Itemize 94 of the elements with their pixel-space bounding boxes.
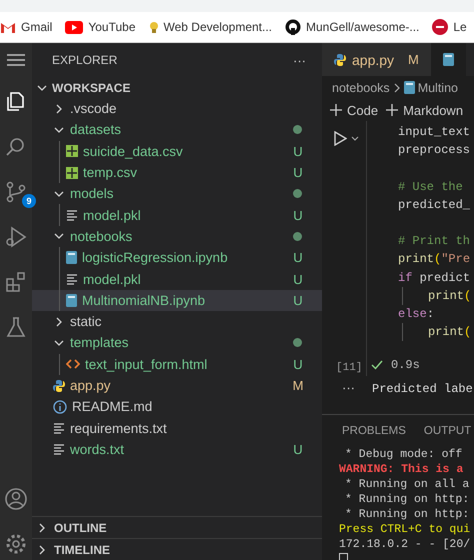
bookmark-link[interactable]: YouTube bbox=[65, 20, 136, 34]
run-time: 0.9s bbox=[391, 356, 420, 374]
lines-icon bbox=[66, 273, 78, 286]
status-letter: U bbox=[292, 165, 304, 180]
status-letter: U bbox=[292, 144, 304, 159]
panel-header[interactable]: OUTLINE bbox=[54, 520, 107, 534]
tree-item[interactable]: .vscode bbox=[32, 98, 322, 120]
code-line: print( bbox=[428, 324, 472, 342]
tree-item[interactable]: static bbox=[32, 310, 322, 332]
snake-icon bbox=[334, 54, 346, 66]
tree-item[interactable]: model.pkl U bbox=[32, 268, 322, 290]
tree-item[interactable]: notebooks bbox=[32, 226, 322, 248]
code-line: input_text bbox=[398, 124, 470, 141]
panel-header[interactable]: TIMELINE bbox=[54, 542, 110, 556]
blocks-icon[interactable] bbox=[4, 270, 28, 294]
code-line: preprocess bbox=[398, 142, 470, 160]
count-badge: 9 bbox=[22, 194, 36, 208]
breadcrumb-item[interactable]: notebooks bbox=[332, 80, 390, 94]
panel-tab[interactable]: PROBLEMS bbox=[342, 425, 406, 437]
bulb-icon bbox=[148, 21, 158, 33]
mail-icon bbox=[0, 21, 16, 33]
tree-item[interactable]: requirements.txt bbox=[32, 417, 322, 439]
info-icon bbox=[53, 400, 67, 414]
run-icon[interactable] bbox=[334, 131, 347, 146]
tree-item[interactable]: app.py M bbox=[32, 374, 322, 396]
lines-icon bbox=[66, 209, 78, 222]
terminal-line: * Debug mode: off bbox=[344, 447, 464, 462]
code-line: else: bbox=[398, 306, 434, 323]
section-title[interactable]: WORKSPACE bbox=[52, 80, 130, 94]
table-icon bbox=[66, 145, 78, 158]
status-letter: U bbox=[292, 250, 304, 266]
code-line: if predict bbox=[398, 270, 470, 286]
tree-item[interactable]: logisticRegression.ipynb U bbox=[32, 247, 322, 268]
chevron-icon bbox=[392, 82, 401, 94]
bookmark-link[interactable]: Gmail bbox=[0, 20, 52, 34]
bookmark-link[interactable]: Web Development... bbox=[148, 20, 272, 34]
status-letter: M bbox=[292, 378, 304, 393]
code-icon bbox=[66, 359, 80, 370]
account-icon[interactable] bbox=[4, 487, 28, 511]
editor-tab[interactable] bbox=[430, 43, 466, 76]
tree-item[interactable]: templates bbox=[32, 332, 322, 354]
code-line: predicted_ bbox=[398, 196, 470, 214]
code-line: print( bbox=[428, 288, 472, 305]
more-actions-button[interactable]: ··· bbox=[293, 52, 306, 68]
terminal-line: WARNING: This is a bbox=[339, 462, 464, 477]
tree-item[interactable]: temp.csv U bbox=[32, 162, 322, 184]
bookmark-link[interactable]: MunGell/awesome-... bbox=[285, 19, 420, 35]
code-line: print("Pre bbox=[398, 251, 470, 268]
terminal-line: * Running on http: bbox=[344, 507, 470, 522]
plus-icon bbox=[386, 104, 398, 116]
code-line: # Print th bbox=[398, 233, 470, 250]
editor-tab[interactable]: app.py M bbox=[322, 43, 431, 76]
output-menu-button[interactable]: ··· bbox=[322, 380, 372, 414]
tree-item[interactable]: MultinomialNB.ipynb U bbox=[32, 290, 322, 311]
chevron-icon[interactable] bbox=[351, 136, 359, 142]
table-icon bbox=[66, 166, 78, 179]
terminal-line: * Running on http: bbox=[344, 492, 470, 507]
breadcrumb-item[interactable]: Multino bbox=[418, 80, 458, 94]
status-letter: U bbox=[292, 208, 304, 223]
circle-icon bbox=[432, 19, 448, 35]
lines-icon bbox=[53, 443, 65, 456]
terminal-line: 172.18.0.2 - - [20/ bbox=[339, 537, 472, 552]
lines-icon bbox=[53, 422, 65, 434]
tree-item[interactable]: text_input_form.html U bbox=[32, 354, 322, 375]
terminal-line: Press CTRL+C to qui bbox=[339, 522, 472, 537]
notebook-icon bbox=[442, 53, 454, 66]
bookmark-link[interactable]: Le bbox=[432, 19, 467, 35]
plus-icon bbox=[330, 104, 342, 116]
add-cell-button[interactable]: Code bbox=[330, 102, 378, 118]
notebook-icon bbox=[404, 81, 415, 94]
sidebar-title: EXPLORER bbox=[52, 53, 118, 67]
tree-item[interactable]: words.txt U bbox=[32, 438, 322, 460]
snake-icon bbox=[53, 380, 65, 392]
execution-count: [11] bbox=[336, 362, 362, 374]
menu-icon[interactable] bbox=[5, 51, 27, 69]
code-line: # Use the bbox=[398, 178, 463, 196]
play-bug-icon[interactable] bbox=[4, 225, 28, 249]
notebook-icon bbox=[66, 294, 77, 307]
flask-icon[interactable] bbox=[4, 315, 28, 339]
tree-item[interactable]: suicide_data.csv U bbox=[32, 140, 322, 162]
panel-tab[interactable]: OUTPUT bbox=[424, 425, 472, 437]
settings-icon[interactable] bbox=[4, 532, 28, 556]
status-letter: U bbox=[292, 292, 304, 308]
status-letter: U bbox=[292, 356, 304, 372]
status-letter: U bbox=[292, 272, 304, 287]
play-icon bbox=[65, 20, 84, 34]
output-line: Predicted labe bbox=[372, 381, 473, 398]
terminal-line: * Running on all a bbox=[344, 477, 470, 492]
branch-icon[interactable] bbox=[4, 180, 28, 204]
tree-item[interactable]: datasets bbox=[32, 119, 322, 141]
status-letter: U bbox=[292, 442, 304, 457]
tree-item[interactable]: README.md bbox=[32, 396, 322, 418]
notebook-icon bbox=[66, 251, 77, 264]
add-cell-button[interactable]: Markdown bbox=[386, 102, 464, 118]
